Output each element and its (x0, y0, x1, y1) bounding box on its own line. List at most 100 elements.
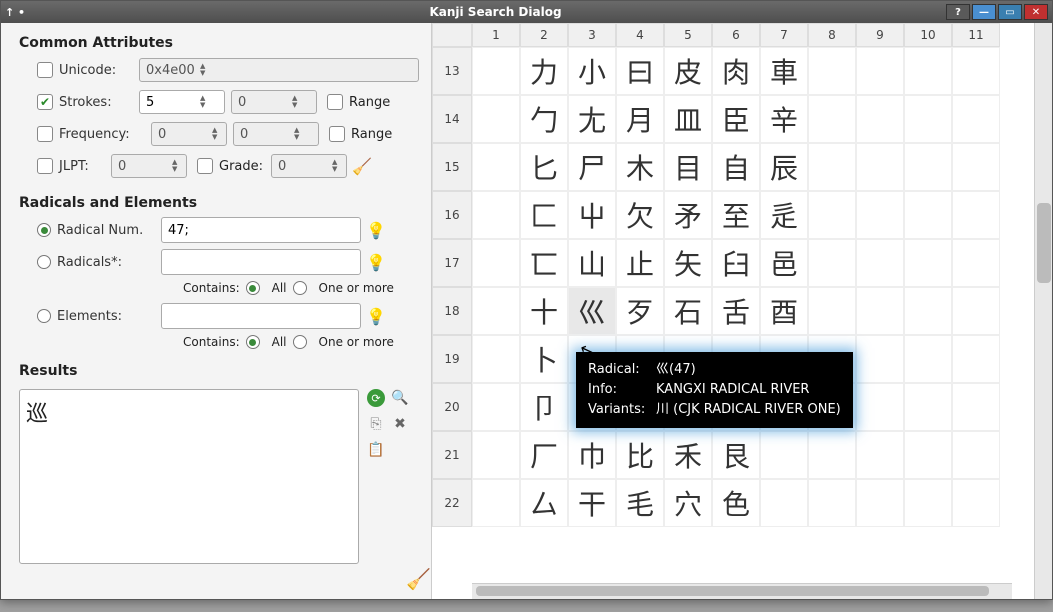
radical-cell[interactable] (472, 287, 520, 335)
clear-all-icon[interactable]: 🧹 (406, 567, 431, 591)
radical-cell[interactable] (856, 335, 904, 383)
col-header[interactable]: 4 (616, 23, 664, 47)
clipboard-icon[interactable]: 📋 (367, 441, 385, 459)
radical-cell[interactable]: 尸 (568, 143, 616, 191)
elements-radio[interactable] (37, 309, 51, 323)
radical-cell[interactable]: 勹 (520, 95, 568, 143)
radical-cell[interactable] (472, 479, 520, 527)
radical-cell[interactable] (952, 47, 1000, 95)
strokes-spinbox[interactable]: ▲▼ (139, 90, 225, 114)
row-header[interactable]: 16 (432, 191, 472, 239)
radical-cell[interactable]: 邑 (760, 239, 808, 287)
radical-cell[interactable] (856, 287, 904, 335)
elements-oneormore-radio[interactable] (293, 335, 307, 349)
jlpt-checkbox[interactable] (37, 158, 53, 174)
radical-cell[interactable]: 月 (616, 95, 664, 143)
col-header[interactable]: 9 (856, 23, 904, 47)
col-header[interactable]: 8 (808, 23, 856, 47)
col-header[interactable]: 11 (952, 23, 1000, 47)
radical-cell[interactable]: 至 (712, 191, 760, 239)
radical-cell[interactable] (904, 335, 952, 383)
radical-cell[interactable]: 匕 (520, 143, 568, 191)
radical-cell[interactable]: 禾 (664, 431, 712, 479)
radical-cell[interactable]: 矛 (664, 191, 712, 239)
row-header[interactable]: 17 (432, 239, 472, 287)
radical-cell[interactable] (856, 383, 904, 431)
radical-cell[interactable] (472, 239, 520, 287)
row-header[interactable]: 19 (432, 335, 472, 383)
vertical-scrollbar[interactable] (1034, 23, 1052, 599)
row-header[interactable]: 14 (432, 95, 472, 143)
frequency-range-checkbox[interactable] (329, 126, 345, 142)
radical-cell[interactable] (808, 191, 856, 239)
radical-cell[interactable]: 欠 (616, 191, 664, 239)
radical-cell[interactable]: 巛 (568, 287, 616, 335)
radical-cell[interactable]: 木 (616, 143, 664, 191)
radical-cell[interactable]: 曰 (616, 47, 664, 95)
close-button[interactable]: ✕ (1024, 4, 1048, 20)
radical-cell[interactable]: 卩 (520, 383, 568, 431)
radical-cell[interactable]: 比 (616, 431, 664, 479)
radical-cell[interactable]: 匚 (520, 191, 568, 239)
strokes-checkbox[interactable] (37, 94, 53, 110)
elements-all-radio[interactable] (246, 335, 260, 349)
col-header[interactable]: 3 (568, 23, 616, 47)
radical-cell[interactable] (952, 95, 1000, 143)
jlpt-spinbox[interactable]: ▲▼ (111, 154, 187, 178)
radical-cell[interactable]: 矢 (664, 239, 712, 287)
row-header[interactable]: 15 (432, 143, 472, 191)
radical-cell[interactable] (760, 431, 808, 479)
radical-cell[interactable]: 歹 (616, 287, 664, 335)
radicals-hint-icon[interactable]: 💡 (367, 251, 385, 273)
elements-input[interactable] (161, 303, 361, 329)
radical-cell[interactable]: 穴 (664, 479, 712, 527)
radical-cell[interactable]: 山 (568, 239, 616, 287)
radical-cell[interactable]: 十 (520, 287, 568, 335)
radical-cell[interactable]: 辛 (760, 95, 808, 143)
radical-cell[interactable] (952, 287, 1000, 335)
radical-cell[interactable] (952, 239, 1000, 287)
radical-cell[interactable] (904, 431, 952, 479)
radical-cell[interactable] (952, 335, 1000, 383)
radicals-radio[interactable] (37, 255, 51, 269)
radicals-all-radio[interactable] (246, 281, 260, 295)
radical-cell[interactable] (904, 287, 952, 335)
radical-cell[interactable] (472, 431, 520, 479)
radical-cell[interactable]: 自 (712, 143, 760, 191)
col-header[interactable]: 1 (472, 23, 520, 47)
radical-cell[interactable]: 臼 (712, 239, 760, 287)
radical-cell[interactable] (808, 47, 856, 95)
radical-cell[interactable] (856, 191, 904, 239)
radical-cell[interactable]: 毛 (616, 479, 664, 527)
radical-cell[interactable] (856, 47, 904, 95)
radical-cell[interactable] (904, 95, 952, 143)
radical-cell[interactable]: 干 (568, 479, 616, 527)
radical-cell[interactable]: 皿 (664, 95, 712, 143)
radical-cell[interactable]: 皮 (664, 47, 712, 95)
radical-cell[interactable]: 厂 (520, 431, 568, 479)
radical-cell[interactable]: 尢 (568, 95, 616, 143)
radical-cell[interactable] (904, 191, 952, 239)
radicals-oneormore-radio[interactable] (293, 281, 307, 295)
radical-cell[interactable] (472, 335, 520, 383)
col-header[interactable]: 2 (520, 23, 568, 47)
radical-cell[interactable] (472, 143, 520, 191)
radical-cell[interactable]: 辵 (760, 191, 808, 239)
horizontal-scrollbar[interactable] (472, 583, 1012, 599)
radical-cell[interactable] (904, 479, 952, 527)
row-header[interactable]: 18 (432, 287, 472, 335)
radical-cell[interactable]: 匸 (520, 239, 568, 287)
radical-cell[interactable] (808, 287, 856, 335)
results-textarea[interactable]: 巡 (19, 389, 359, 564)
clear-icon[interactable]: ✖ (391, 415, 409, 433)
col-header[interactable]: 6 (712, 23, 760, 47)
radical-cell[interactable] (856, 95, 904, 143)
radical-cell[interactable] (472, 191, 520, 239)
radical-cell[interactable]: 厶 (520, 479, 568, 527)
frequency-range-spinbox[interactable]: ▲▼ (233, 122, 319, 146)
radical-cell[interactable]: 肉 (712, 47, 760, 95)
radical-cell[interactable] (760, 479, 808, 527)
radical-cell[interactable]: 止 (616, 239, 664, 287)
maximize-button[interactable]: ▭ (998, 4, 1022, 20)
grade-spinbox[interactable]: ▲▼ (271, 154, 347, 178)
